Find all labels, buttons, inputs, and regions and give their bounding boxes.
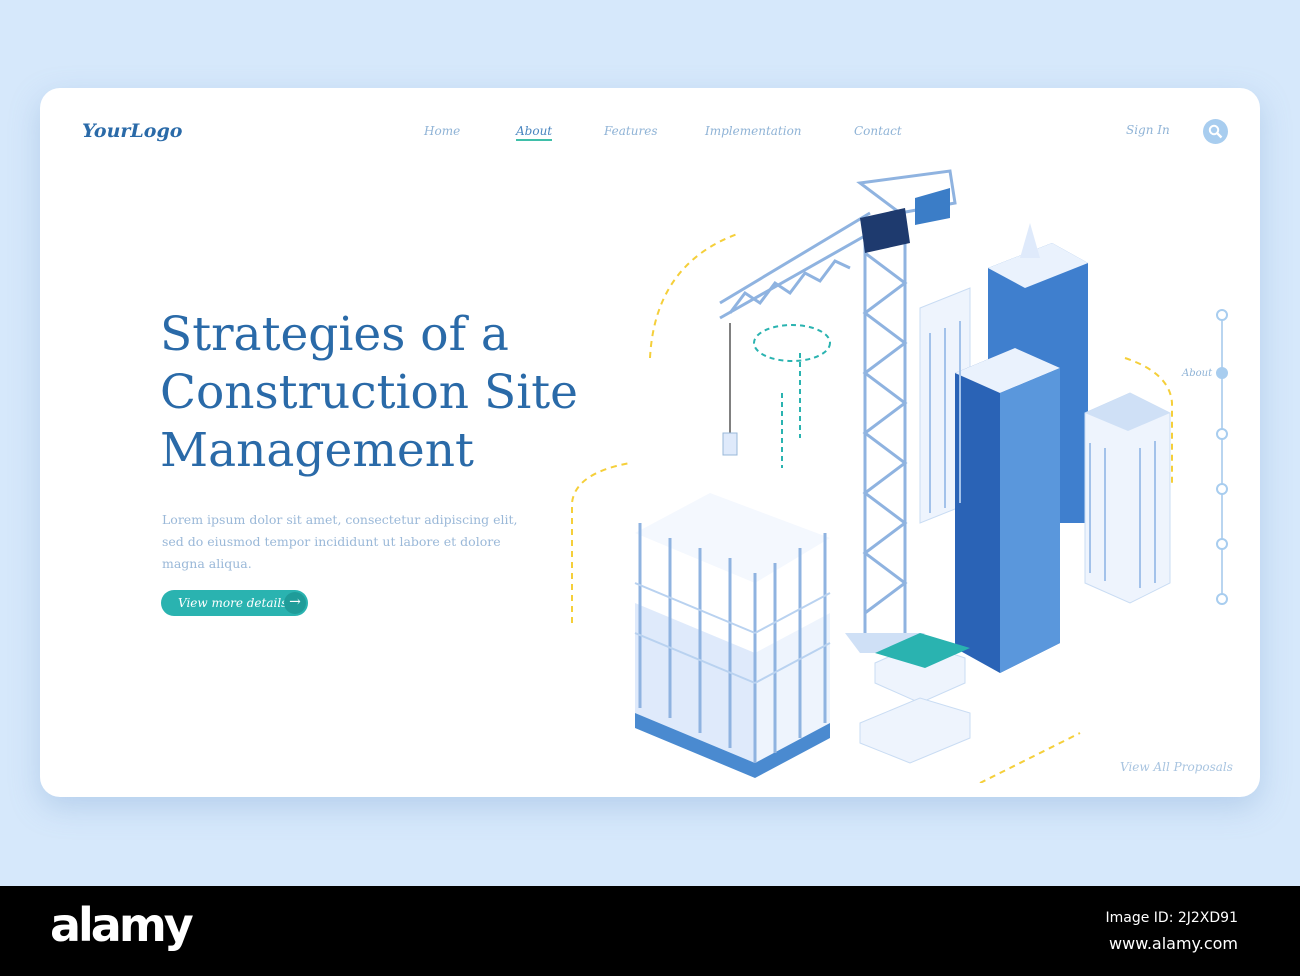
hero-body: Lorem ipsum dolor sit amet, consectetur … bbox=[162, 512, 518, 571]
arrow-right-icon: → bbox=[284, 592, 306, 614]
view-more-button[interactable]: View more details → bbox=[161, 590, 308, 616]
alamy-logo: alamy bbox=[50, 898, 194, 952]
nav-about[interactable]: About bbox=[516, 124, 553, 141]
timeline-dot-active[interactable] bbox=[1216, 367, 1228, 379]
button-label: View more details bbox=[178, 596, 288, 610]
image-id: Image ID: 2J2XD91 bbox=[1105, 910, 1238, 926]
nav-home[interactable]: Home bbox=[424, 124, 460, 138]
timeline-dot[interactable] bbox=[1216, 309, 1228, 321]
nav-features[interactable]: Features bbox=[604, 124, 657, 138]
search-button[interactable] bbox=[1203, 119, 1228, 144]
page-timeline bbox=[1221, 313, 1223, 598]
watermark-footer: alamy Image ID: 2J2XD91 www.alamy.com bbox=[0, 886, 1300, 976]
nav-contact[interactable]: Contact bbox=[854, 124, 902, 138]
sign-in-link[interactable]: Sign In bbox=[1126, 123, 1170, 137]
logo[interactable]: YourLogo bbox=[82, 120, 182, 142]
timeline-dot[interactable] bbox=[1216, 483, 1228, 495]
nav-implementation[interactable]: Implementation bbox=[705, 124, 802, 138]
site-url: www.alamy.com bbox=[1109, 934, 1238, 953]
timeline-dot[interactable] bbox=[1216, 593, 1228, 605]
timeline-dot[interactable] bbox=[1216, 428, 1228, 440]
view-all-proposals-link[interactable]: View All Proposals bbox=[1120, 760, 1233, 774]
search-icon bbox=[1208, 124, 1223, 139]
timeline-dot[interactable] bbox=[1216, 538, 1228, 550]
construction-illustration bbox=[571, 169, 1173, 783]
timeline-label: About bbox=[1182, 368, 1213, 379]
landing-card: YourLogo Home About Features Implementat… bbox=[40, 88, 1260, 797]
